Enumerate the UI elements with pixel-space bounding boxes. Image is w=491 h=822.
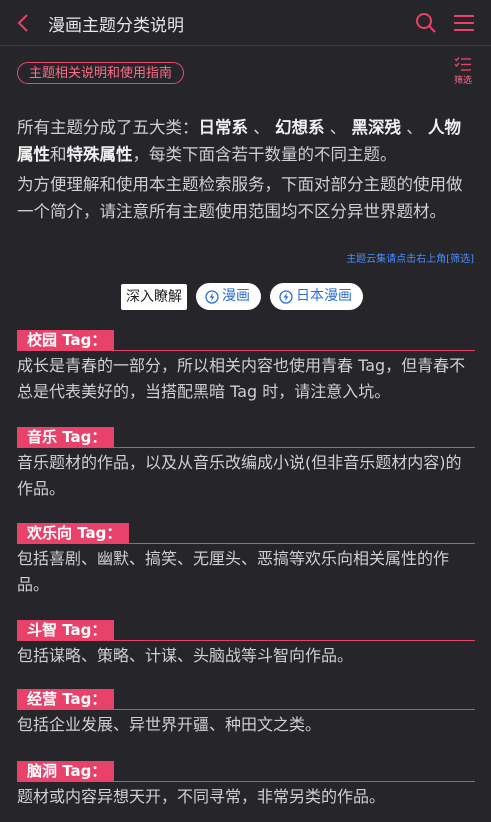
section-mind-games: 斗智 Tag： 包括谋略、策略、计谋、头脑战等斗智向作品。 xyxy=(17,620,475,669)
tag-description: 包括谋略、策略、计谋、头脑战等斗智向作品。 xyxy=(17,646,354,665)
tag-heading: 音乐 Tag： xyxy=(17,427,115,447)
divider xyxy=(17,447,475,448)
filter-list-icon xyxy=(454,57,471,71)
divider xyxy=(17,350,475,351)
section-imaginative: 脑洞 Tag： 题材或内容异想天开，不同寻常，非常另类的作品。 xyxy=(17,761,475,810)
menu-button[interactable] xyxy=(452,13,476,33)
filter-hint: 主题云集请点击右上角[筛选] xyxy=(346,254,474,265)
search-icon xyxy=(416,13,436,33)
tag-heading: 脑洞 Tag： xyxy=(17,761,115,781)
chevron-left-icon xyxy=(17,14,28,32)
tag-description: 音乐题材的作品，以及从音乐改编成小说(但非音乐题材内容)的作品。 xyxy=(17,453,462,498)
deep-dive-button[interactable]: 深入瞭解 xyxy=(121,283,187,310)
intro-suffix: ，每类下面含若干数量的不同主题。 xyxy=(132,145,397,164)
search-button[interactable] xyxy=(414,11,438,35)
category-fantasy: 幻想系 xyxy=(275,118,325,137)
divider xyxy=(17,781,475,782)
tag-heading: 校园 Tag： xyxy=(17,330,115,350)
japanese-manga-chip-label: 日本漫画 xyxy=(296,288,352,304)
separator: 、 xyxy=(253,118,270,137)
bolt-circle-icon xyxy=(205,289,219,304)
intro-text: 所有主题分成了五大类：日常系 、 幻想系 、 黑深残 、 人物属性和特殊属性，每… xyxy=(17,114,475,228)
bolt-circle-icon xyxy=(279,289,293,304)
section-music: 音乐 Tag： 音乐题材的作品，以及从音乐改编成小说(但非音乐题材内容)的作品。 xyxy=(17,427,475,502)
conjunction: 和 xyxy=(50,145,67,164)
category-daily: 日常系 xyxy=(198,118,249,137)
tag-description: 包括喜剧、幽默、搞笑、无厘头、恶搞等欢乐向相关属性的作品。 xyxy=(17,549,450,594)
manga-chip-label: 漫画 xyxy=(222,288,250,304)
separator: 、 xyxy=(329,118,347,137)
back-button[interactable] xyxy=(14,9,34,37)
chip-row: 深入瞭解 漫画 日本漫画 xyxy=(121,283,363,310)
section-campus: 校园 Tag： 成长是青春的一部分，所以相关内容也使用青春 Tag，但青春不总是… xyxy=(17,330,475,405)
separator: 、 xyxy=(406,118,423,137)
tag-heading: 欢乐向 Tag： xyxy=(17,523,130,543)
section-comedy: 欢乐向 Tag： 包括喜剧、幽默、搞笑、无厘头、恶搞等欢乐向相关属性的作品。 xyxy=(17,523,475,598)
divider xyxy=(17,543,475,544)
tag-heading: 斗智 Tag： xyxy=(17,620,115,640)
intro-paragraph-2: 为方便理解和使用本主题检索服务，下面对部分主题的使用做一个简介，请注意所有主题使… xyxy=(17,175,463,221)
manga-chip[interactable]: 漫画 xyxy=(196,283,261,310)
tag-description: 成长是青春的一部分，所以相关内容也使用青春 Tag，但青春不总是代表美好的，当搭… xyxy=(17,356,466,401)
category-special: 特殊属性 xyxy=(66,145,133,164)
japanese-manga-chip[interactable]: 日本漫画 xyxy=(270,283,363,310)
intro-prefix: 所有主题分成了五大类： xyxy=(17,118,199,137)
page-title: 漫画主题分类说明 xyxy=(48,16,184,36)
filter-button[interactable]: 筛选 xyxy=(448,56,478,86)
section-management: 经营 Tag： 包括企业发展、异世界开疆、种田文之类。 xyxy=(17,689,475,738)
filter-label: 筛选 xyxy=(453,76,472,86)
divider xyxy=(17,709,475,710)
category-dark: 黑深残 xyxy=(351,118,402,137)
tag-description: 题材或内容异想天开，不同寻常，非常另类的作品。 xyxy=(17,787,386,806)
top-bar: 漫画主题分类说明 xyxy=(0,0,491,46)
hamburger-menu-icon xyxy=(454,15,474,31)
tag-heading: 经营 Tag： xyxy=(17,689,115,709)
intro-paragraph-1: 所有主题分成了五大类：日常系 、 幻想系 、 黑深残 、 人物属性和特殊属性，每… xyxy=(17,114,475,168)
divider xyxy=(17,640,475,641)
tag-description: 包括企业发展、异世界开疆、种田文之类。 xyxy=(17,715,322,734)
guide-link[interactable]: 主题相关说明和使用指南 xyxy=(17,62,185,84)
